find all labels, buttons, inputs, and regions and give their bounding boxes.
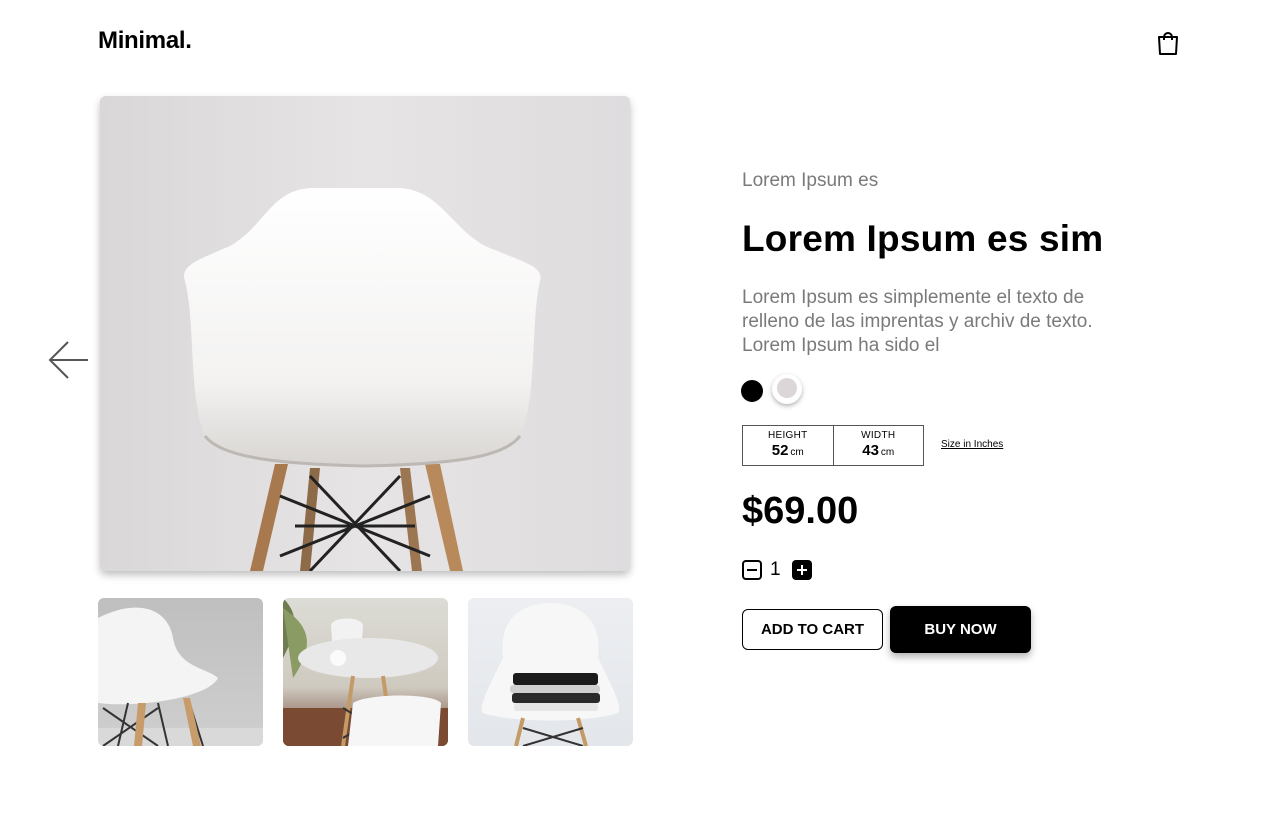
height-value-row: 52 cm (743, 442, 833, 459)
product-description: Lorem Ipsum es simplemente el texto de r… (742, 287, 1093, 356)
height-value: 52 (771, 442, 789, 459)
quantity-value: 1 (770, 559, 781, 580)
height-cell: HEIGHT 52 cm (743, 426, 833, 465)
previous-image-button[interactable] (46, 340, 90, 380)
table-chairs-photo (283, 598, 448, 746)
thumbnail-2[interactable] (283, 598, 448, 746)
product-title: Lorem Ipsum es sim (742, 218, 1104, 259)
thumbnail-3[interactable] (468, 598, 633, 746)
chair-illustration (100, 96, 630, 571)
shopping-bag-icon (1158, 32, 1178, 55)
arrow-left-icon (48, 341, 88, 379)
dimensions-table: HEIGHT 52 cm WIDTH 43 cm (742, 425, 924, 466)
thumbnail-1[interactable] (98, 598, 263, 746)
product-subtitle: Lorem Ipsum es (742, 170, 879, 191)
height-unit: cm (790, 447, 804, 458)
color-swatch-light-gray[interactable] (772, 374, 802, 404)
width-value: 43 (862, 442, 879, 459)
main-product-image (100, 96, 630, 571)
logo[interactable]: Minimal. (98, 27, 192, 55)
color-swatch-black[interactable] (741, 380, 763, 402)
width-label: WIDTH (861, 430, 896, 441)
width-value-row: 43 cm (834, 442, 924, 459)
width-unit: cm (880, 447, 895, 458)
add-to-cart-button[interactable]: ADD TO CART (742, 609, 883, 650)
buy-now-button[interactable]: BUY NOW (890, 606, 1031, 653)
height-label: HEIGHT (767, 430, 808, 441)
width-cell: WIDTH 43 cm (832, 426, 924, 465)
quantity-decrease-button[interactable] (742, 560, 762, 580)
product-price: $69.00 (742, 490, 859, 532)
quantity-increase-button[interactable] (792, 560, 812, 580)
chair-side-photo (98, 607, 263, 746)
cart-button[interactable] (1156, 30, 1180, 56)
chair-clothes-photo (481, 603, 620, 746)
size-in-inches-link[interactable]: Size in Inches (941, 439, 1003, 450)
